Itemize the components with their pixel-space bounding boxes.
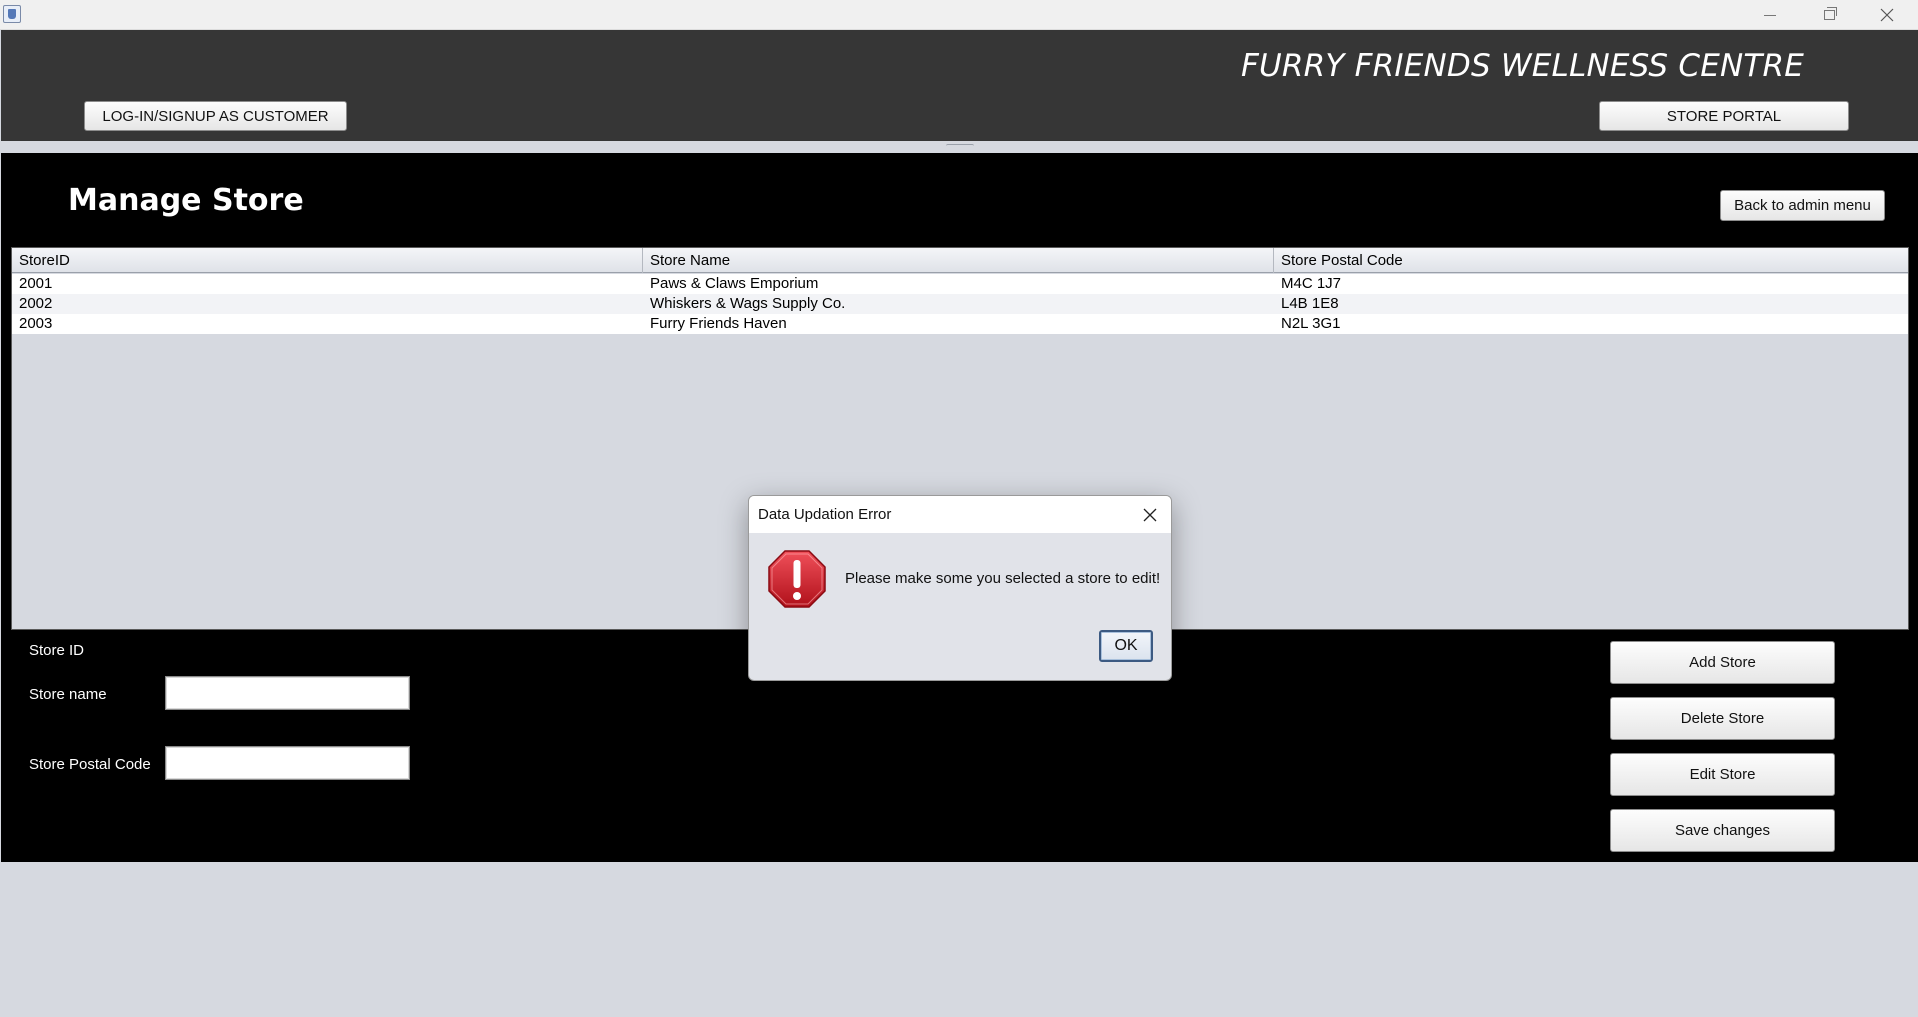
cell-postal-code: N2L 3G1: [1281, 315, 1341, 332]
back-to-admin-button[interactable]: Back to admin menu: [1720, 190, 1885, 221]
window-titlebar: [0, 0, 1918, 30]
dialog-title: Data Updation Error: [758, 506, 892, 523]
delete-store-button[interactable]: Delete Store: [1610, 697, 1835, 740]
error-dialog: Data Updation Error Please make some you…: [748, 495, 1172, 681]
edit-store-button[interactable]: Edit Store: [1610, 753, 1835, 796]
column-header-store-id[interactable]: StoreID: [12, 248, 643, 273]
cell-store-name: Paws & Claws Emporium: [650, 275, 819, 292]
table-header: StoreID Store Name Store Postal Code: [12, 248, 1908, 273]
store-postal-label: Store Postal Code: [29, 756, 151, 773]
java-cup-icon: [3, 5, 21, 23]
table-body: 2001 Paws & Claws Emporium M4C 1J7 2002 …: [12, 274, 1908, 334]
cell-postal-code: L4B 1E8: [1281, 295, 1339, 312]
cell-store-name: Whiskers & Wags Supply Co.: [650, 295, 846, 312]
brand-title: FURRY FRIENDS WELLNESS CENTRE: [1241, 48, 1805, 84]
store-portal-button[interactable]: STORE PORTAL: [1599, 101, 1849, 131]
cell-store-id: 2002: [19, 295, 53, 312]
cell-store-id: 2001: [19, 275, 53, 292]
error-icon: [767, 549, 827, 609]
save-changes-button[interactable]: Save changes: [1610, 809, 1835, 852]
store-name-label: Store name: [29, 686, 107, 703]
cell-postal-code: M4C 1J7: [1281, 275, 1342, 292]
table-row[interactable]: 2002 Whiskers & Wags Supply Co. L4B 1E8: [12, 294, 1908, 314]
restore-icon[interactable]: [1800, 0, 1858, 30]
column-header-store-name[interactable]: Store Name: [643, 248, 1274, 273]
login-signup-button[interactable]: LOG-IN/SIGNUP AS CUSTOMER: [84, 101, 347, 131]
dialog-titlebar: Data Updation Error: [749, 496, 1171, 533]
column-header-postal-code[interactable]: Store Postal Code: [1274, 248, 1908, 273]
close-icon[interactable]: [1858, 0, 1916, 30]
table-row[interactable]: 2003 Furry Friends Haven N2L 3G1: [12, 314, 1908, 334]
header-panel: FURRY FRIENDS WELLNESS CENTRE LOG-IN/SIG…: [1, 30, 1918, 141]
ok-button[interactable]: OK: [1099, 630, 1153, 662]
dialog-close-icon[interactable]: [1139, 504, 1161, 526]
minimize-icon[interactable]: [1741, 0, 1799, 30]
store-id-label: Store ID: [29, 642, 85, 659]
store-name-input[interactable]: [165, 676, 410, 710]
store-postal-input[interactable]: [165, 746, 410, 780]
page-title: Manage Store: [68, 183, 304, 218]
table-row[interactable]: 2001 Paws & Claws Emporium M4C 1J7: [12, 274, 1908, 294]
cell-store-name: Furry Friends Haven: [650, 315, 787, 332]
cell-store-id: 2003: [19, 315, 53, 332]
dialog-message: Please make some you selected a store to…: [845, 570, 1161, 587]
add-store-button[interactable]: Add Store: [1610, 641, 1835, 684]
divider-grip-icon: [946, 144, 974, 148]
